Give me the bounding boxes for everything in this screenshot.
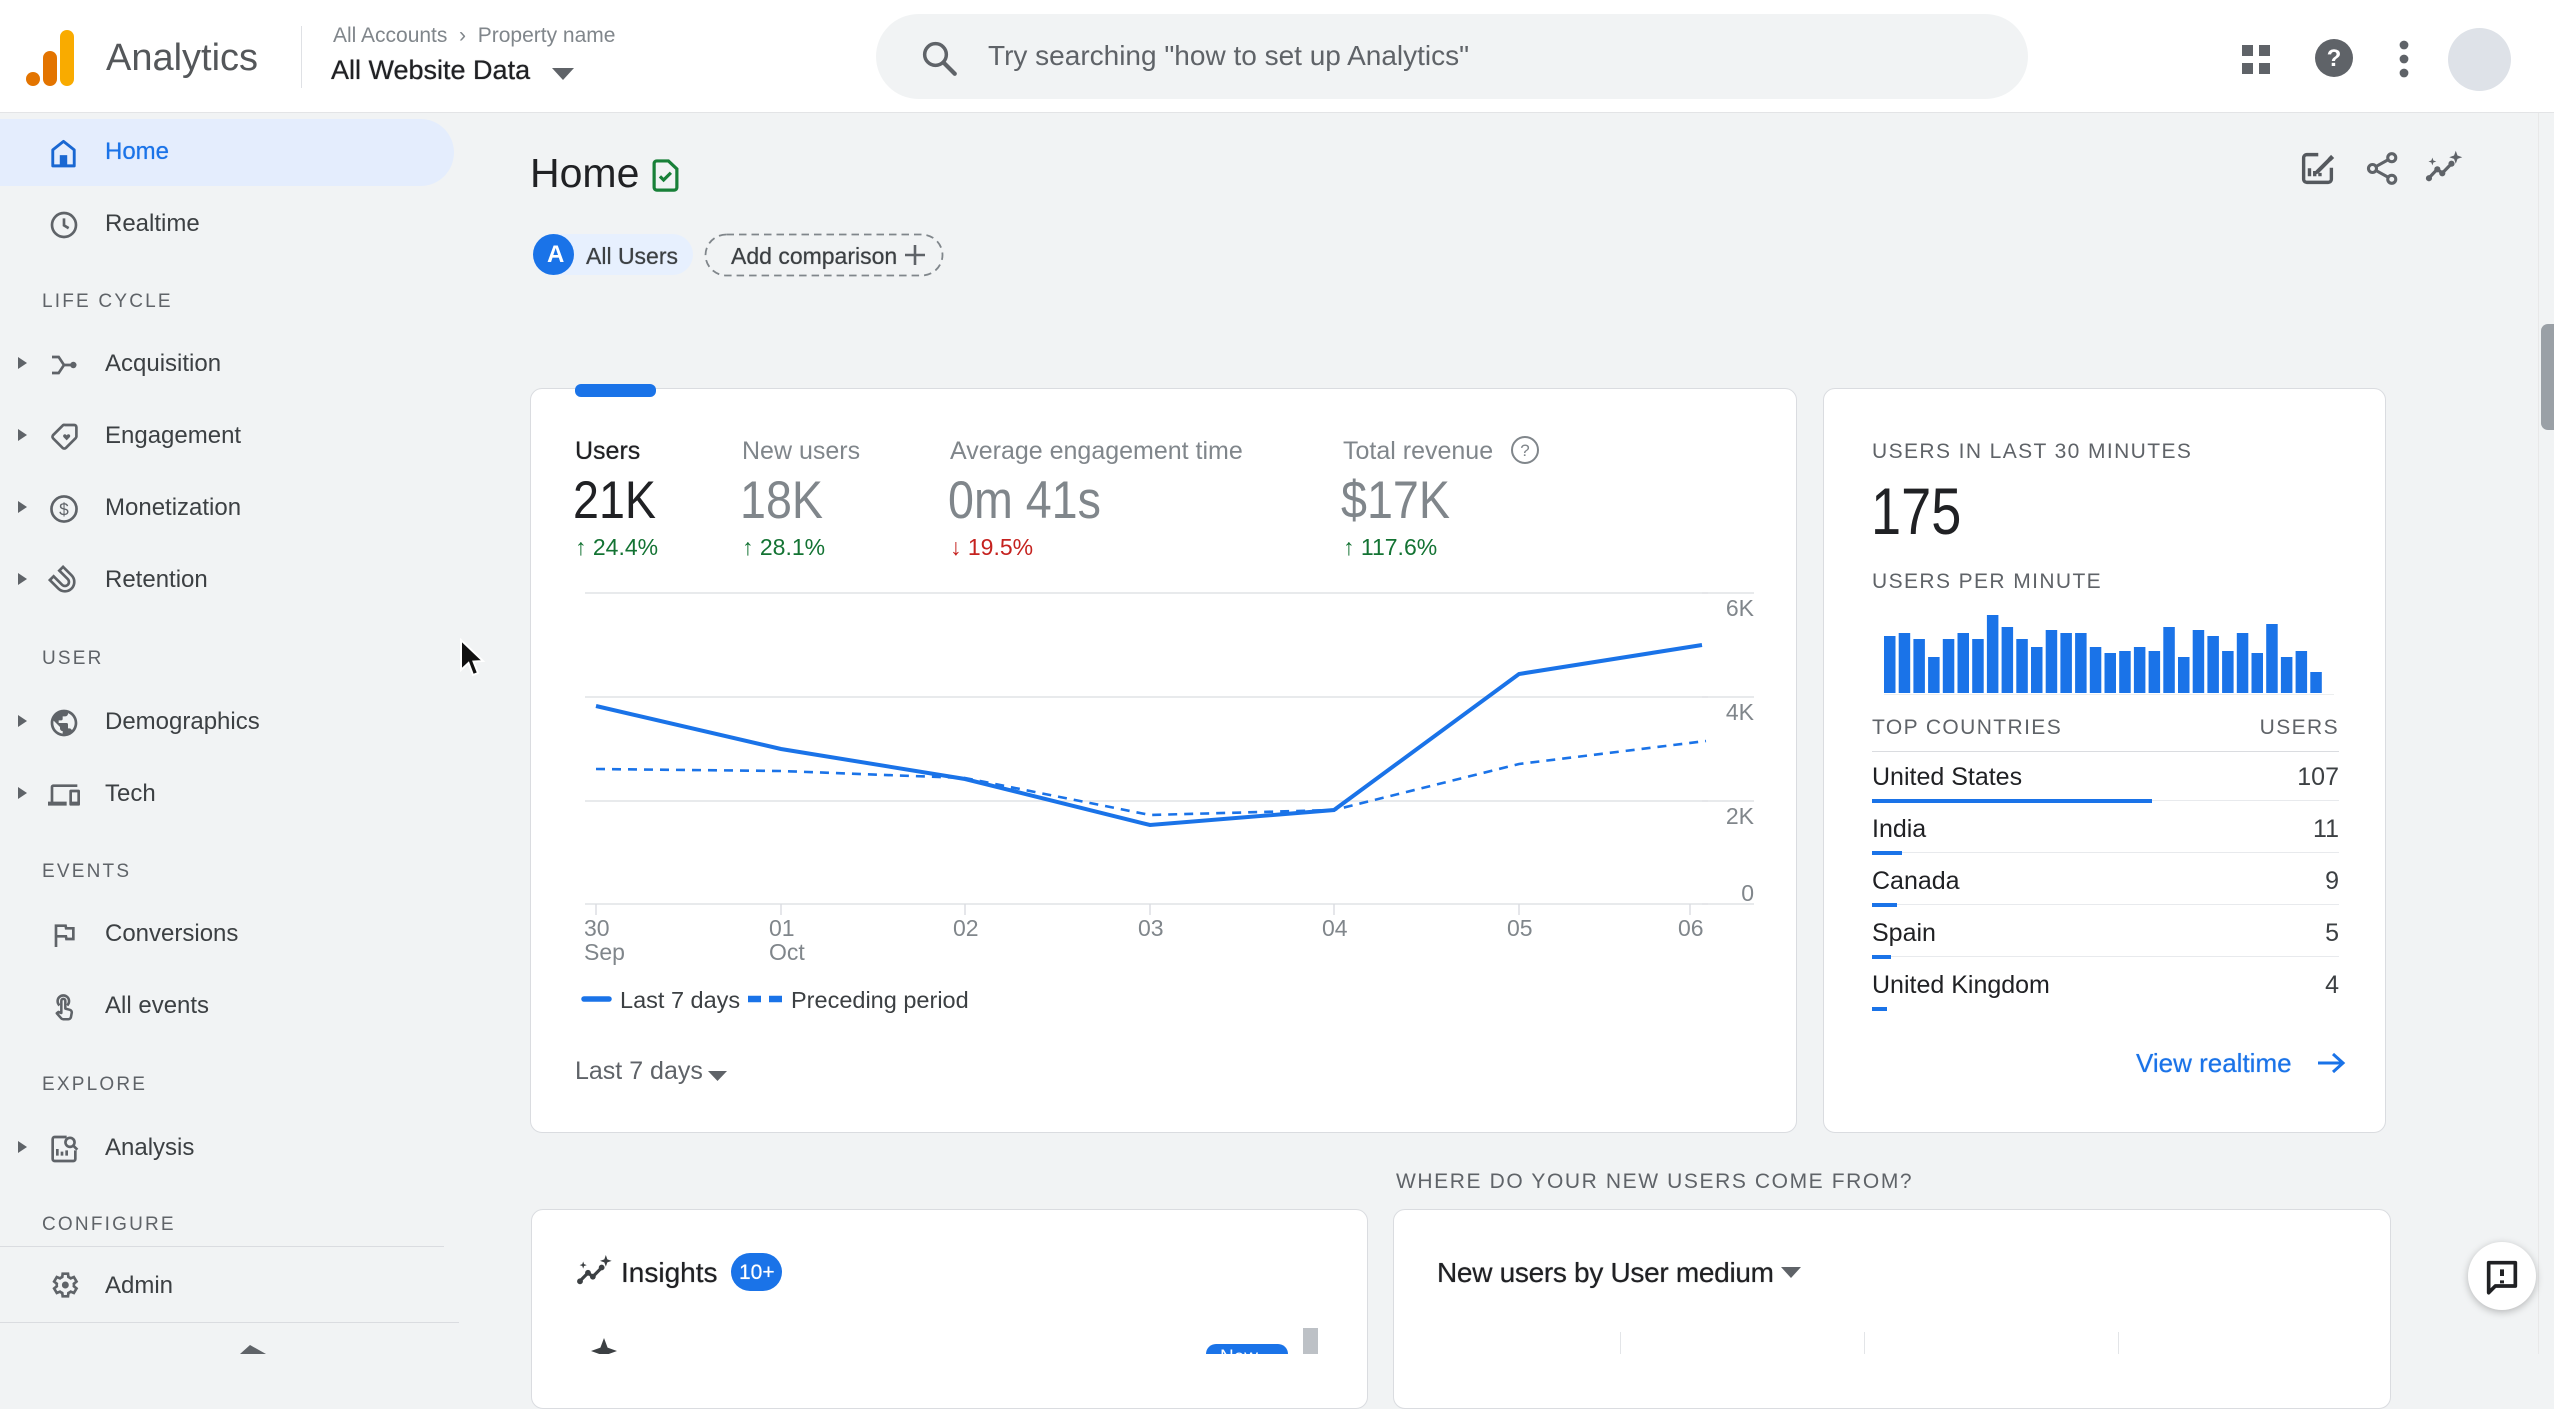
svg-text:4K: 4K	[1726, 699, 1755, 725]
svg-text:30: 30	[584, 915, 610, 941]
svg-text:0: 0	[1741, 880, 1754, 906]
svg-text:Last 7 days: Last 7 days	[620, 987, 740, 1013]
svg-text:6K: 6K	[1726, 595, 1755, 621]
svg-text:04: 04	[1322, 915, 1348, 941]
svg-text:2K: 2K	[1726, 803, 1755, 829]
svg-text:$: $	[59, 500, 69, 520]
svg-text:05: 05	[1507, 915, 1533, 941]
svg-text:02: 02	[953, 915, 979, 941]
svg-text:Sep: Sep	[584, 939, 625, 965]
svg-text:?: ?	[2327, 45, 2342, 72]
svg-text:01: 01	[769, 915, 795, 941]
svg-text:Last 7 days: Last 7 days	[575, 1057, 703, 1085]
svg-text:03: 03	[1138, 915, 1164, 941]
svg-text:Oct: Oct	[769, 939, 805, 965]
svg-text:Preceding period: Preceding period	[791, 987, 969, 1013]
svg-text:06: 06	[1678, 915, 1704, 941]
